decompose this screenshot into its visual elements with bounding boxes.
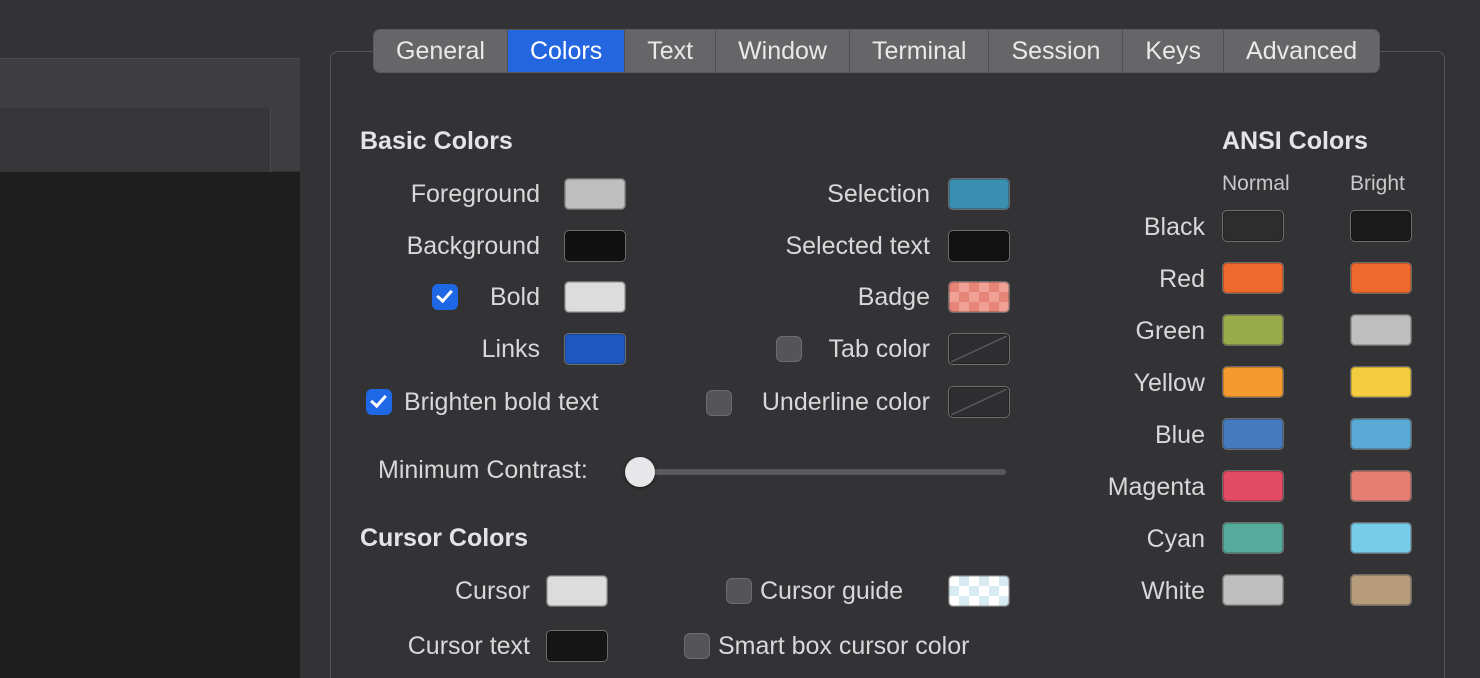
ansi-colors-heading: ANSI Colors (1222, 127, 1368, 156)
ansi-yellow-bright-swatch[interactable] (1350, 366, 1412, 398)
sidebar-stub (0, 0, 300, 678)
ansi-yellow-normal-swatch[interactable] (1222, 366, 1284, 398)
cursor-text-label: Cursor text (330, 632, 530, 661)
cursor-text-swatch[interactable] (546, 630, 608, 662)
cursor-guide-checkbox[interactable] (726, 578, 752, 604)
ansi-label-red: Red (1000, 265, 1205, 294)
ansi-red-normal-swatch[interactable] (1222, 262, 1284, 294)
tab-advanced[interactable]: Advanced (1224, 30, 1379, 72)
background-swatch[interactable] (564, 230, 626, 262)
tab-keys[interactable]: Keys (1123, 30, 1224, 72)
badge-label: Badge (700, 283, 930, 312)
ansi-black-normal-swatch[interactable] (1222, 210, 1284, 242)
ansi-label-yellow: Yellow (1000, 369, 1205, 398)
ansi-label-white: White (1000, 577, 1205, 606)
selection-swatch[interactable] (948, 178, 1010, 210)
background-label: Background (310, 232, 540, 261)
ansi-green-bright-swatch[interactable] (1350, 314, 1412, 346)
ansi-label-green: Green (1000, 317, 1205, 346)
links-swatch[interactable] (564, 333, 626, 365)
ansi-blue-normal-swatch[interactable] (1222, 418, 1284, 450)
ansi-magenta-bright-swatch[interactable] (1350, 470, 1412, 502)
tab-general[interactable]: General (374, 30, 508, 72)
bold-label: Bold (468, 283, 540, 312)
tab-text[interactable]: Text (625, 30, 716, 72)
ansi-magenta-normal-swatch[interactable] (1222, 470, 1284, 502)
tab-window[interactable]: Window (716, 30, 850, 72)
cursor-guide-label: Cursor guide (760, 577, 903, 606)
foreground-label: Foreground (310, 180, 540, 209)
cursor-label: Cursor (330, 577, 530, 606)
min-contrast-slider-knob[interactable] (625, 457, 655, 487)
ansi-red-bright-swatch[interactable] (1350, 262, 1412, 294)
ansi-green-normal-swatch[interactable] (1222, 314, 1284, 346)
basic-colors-heading: Basic Colors (360, 127, 513, 156)
ansi-white-bright-swatch[interactable] (1350, 574, 1412, 606)
ansi-bright-head: Bright (1350, 172, 1405, 196)
tab-colors[interactable]: Colors (508, 30, 625, 72)
ansi-white-normal-swatch[interactable] (1222, 574, 1284, 606)
min-contrast-slider-track[interactable] (636, 469, 1006, 475)
ansi-normal-head: Normal (1222, 172, 1290, 196)
bold-checkbox[interactable] (432, 284, 458, 310)
foreground-swatch[interactable] (564, 178, 626, 210)
ansi-label-black: Black (1000, 213, 1205, 242)
smart-box-label: Smart box cursor color (718, 632, 969, 661)
brighten-checkbox[interactable] (366, 389, 392, 415)
min-contrast-label: Minimum Contrast: (378, 456, 588, 485)
selection-label: Selection (700, 180, 930, 209)
ansi-label-cyan: Cyan (1000, 525, 1205, 554)
underline-color-label: Underline color (700, 388, 930, 417)
links-label: Links (310, 335, 540, 364)
smart-box-checkbox[interactable] (684, 633, 710, 659)
tab-terminal[interactable]: Terminal (850, 30, 989, 72)
cursor-colors-heading: Cursor Colors (360, 524, 528, 553)
ansi-label-blue: Blue (1000, 421, 1205, 450)
cursor-swatch[interactable] (546, 575, 608, 607)
tab-color-label: Tab color (700, 335, 930, 364)
brighten-label: Brighten bold text (404, 388, 599, 417)
ansi-cyan-normal-swatch[interactable] (1222, 522, 1284, 554)
ansi-label-magenta: Magenta (1000, 473, 1205, 502)
ansi-black-bright-swatch[interactable] (1350, 210, 1412, 242)
bold-swatch[interactable] (564, 281, 626, 313)
ansi-blue-bright-swatch[interactable] (1350, 418, 1412, 450)
tab-session[interactable]: Session (989, 30, 1123, 72)
tabbar: GeneralColorsTextWindowTerminalSessionKe… (374, 30, 1379, 72)
ansi-cyan-bright-swatch[interactable] (1350, 522, 1412, 554)
selected-text-label: Selected text (700, 232, 930, 261)
